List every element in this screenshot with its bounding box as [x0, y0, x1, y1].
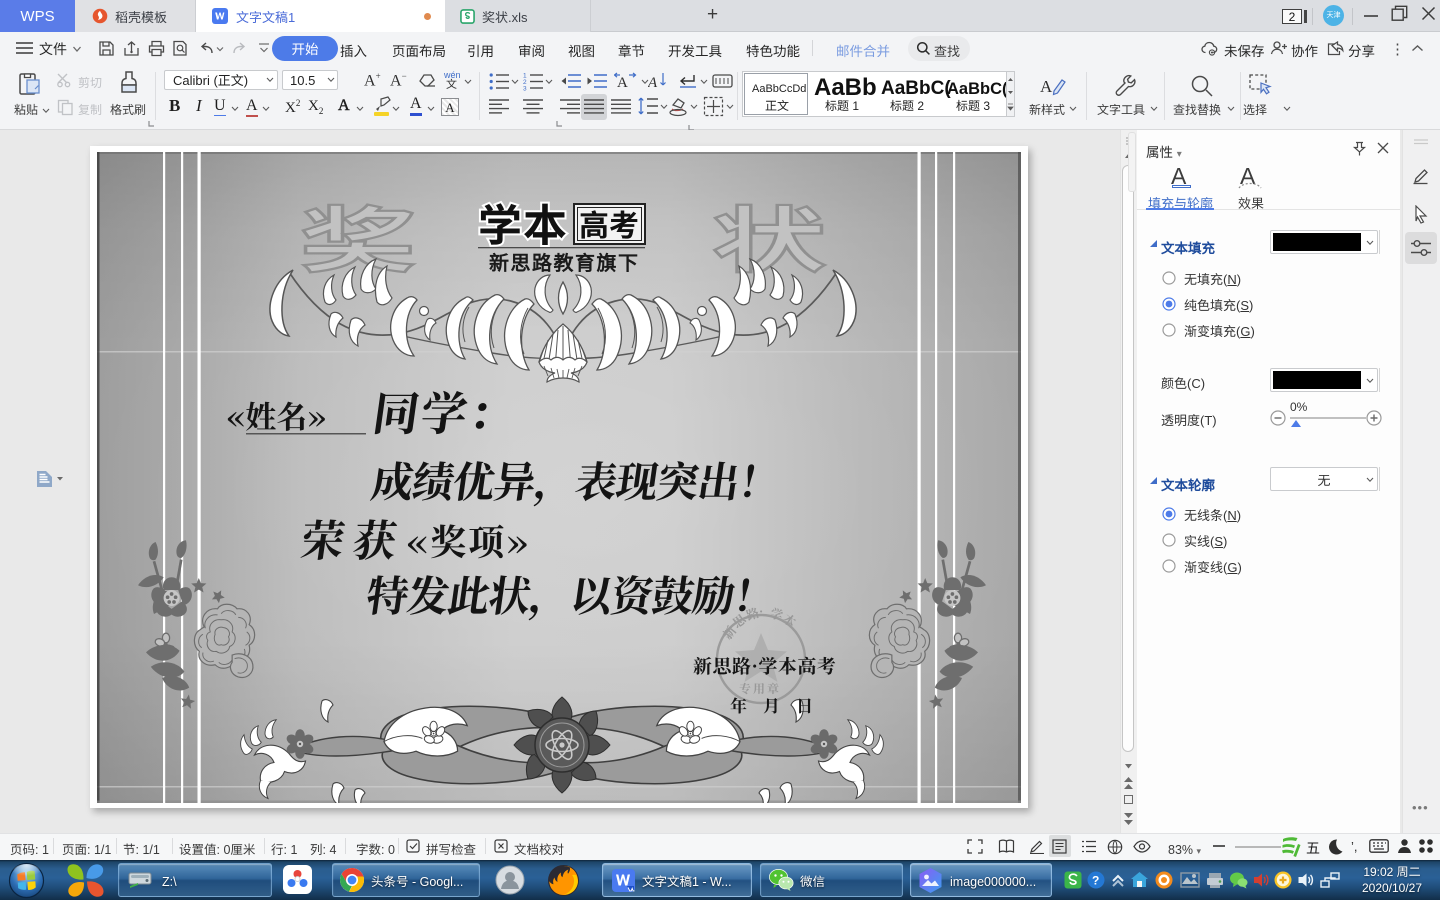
svg-text:特发此状，以资鼓励！: 特发此状，以资鼓励！: [363, 563, 779, 624]
svg-text:«姓名»: «姓名»: [227, 392, 326, 437]
svg-text:学本: 学本: [478, 190, 568, 254]
svg-text:状: 状: [711, 183, 826, 287]
svg-text:新思路·学本高考: 新思路·学本高考: [693, 652, 836, 679]
svg-text:3: 3: [523, 86, 527, 92]
svg-text:A: A: [617, 75, 628, 91]
svg-text:新思路教育旗下: 新思路教育旗下: [489, 247, 640, 276]
svg-text:·: ·: [759, 602, 763, 620]
svg-text:A: A: [648, 75, 658, 91]
svg-text:成绩优异，表现突出！: 成绩优异，表现突出！: [368, 449, 784, 510]
svg-text:高考: 高考: [579, 201, 639, 245]
svg-text:A: A: [1040, 77, 1053, 96]
svg-text:?: ?: [1092, 874, 1099, 888]
svg-text:年月日: 年月日: [730, 692, 829, 717]
svg-text:荣获: 荣获: [297, 507, 410, 569]
svg-text:奖: 奖: [300, 183, 417, 287]
svg-text:«奖项»: «奖项»: [407, 515, 530, 566]
svg-text:同学：: 同学：: [369, 378, 522, 444]
